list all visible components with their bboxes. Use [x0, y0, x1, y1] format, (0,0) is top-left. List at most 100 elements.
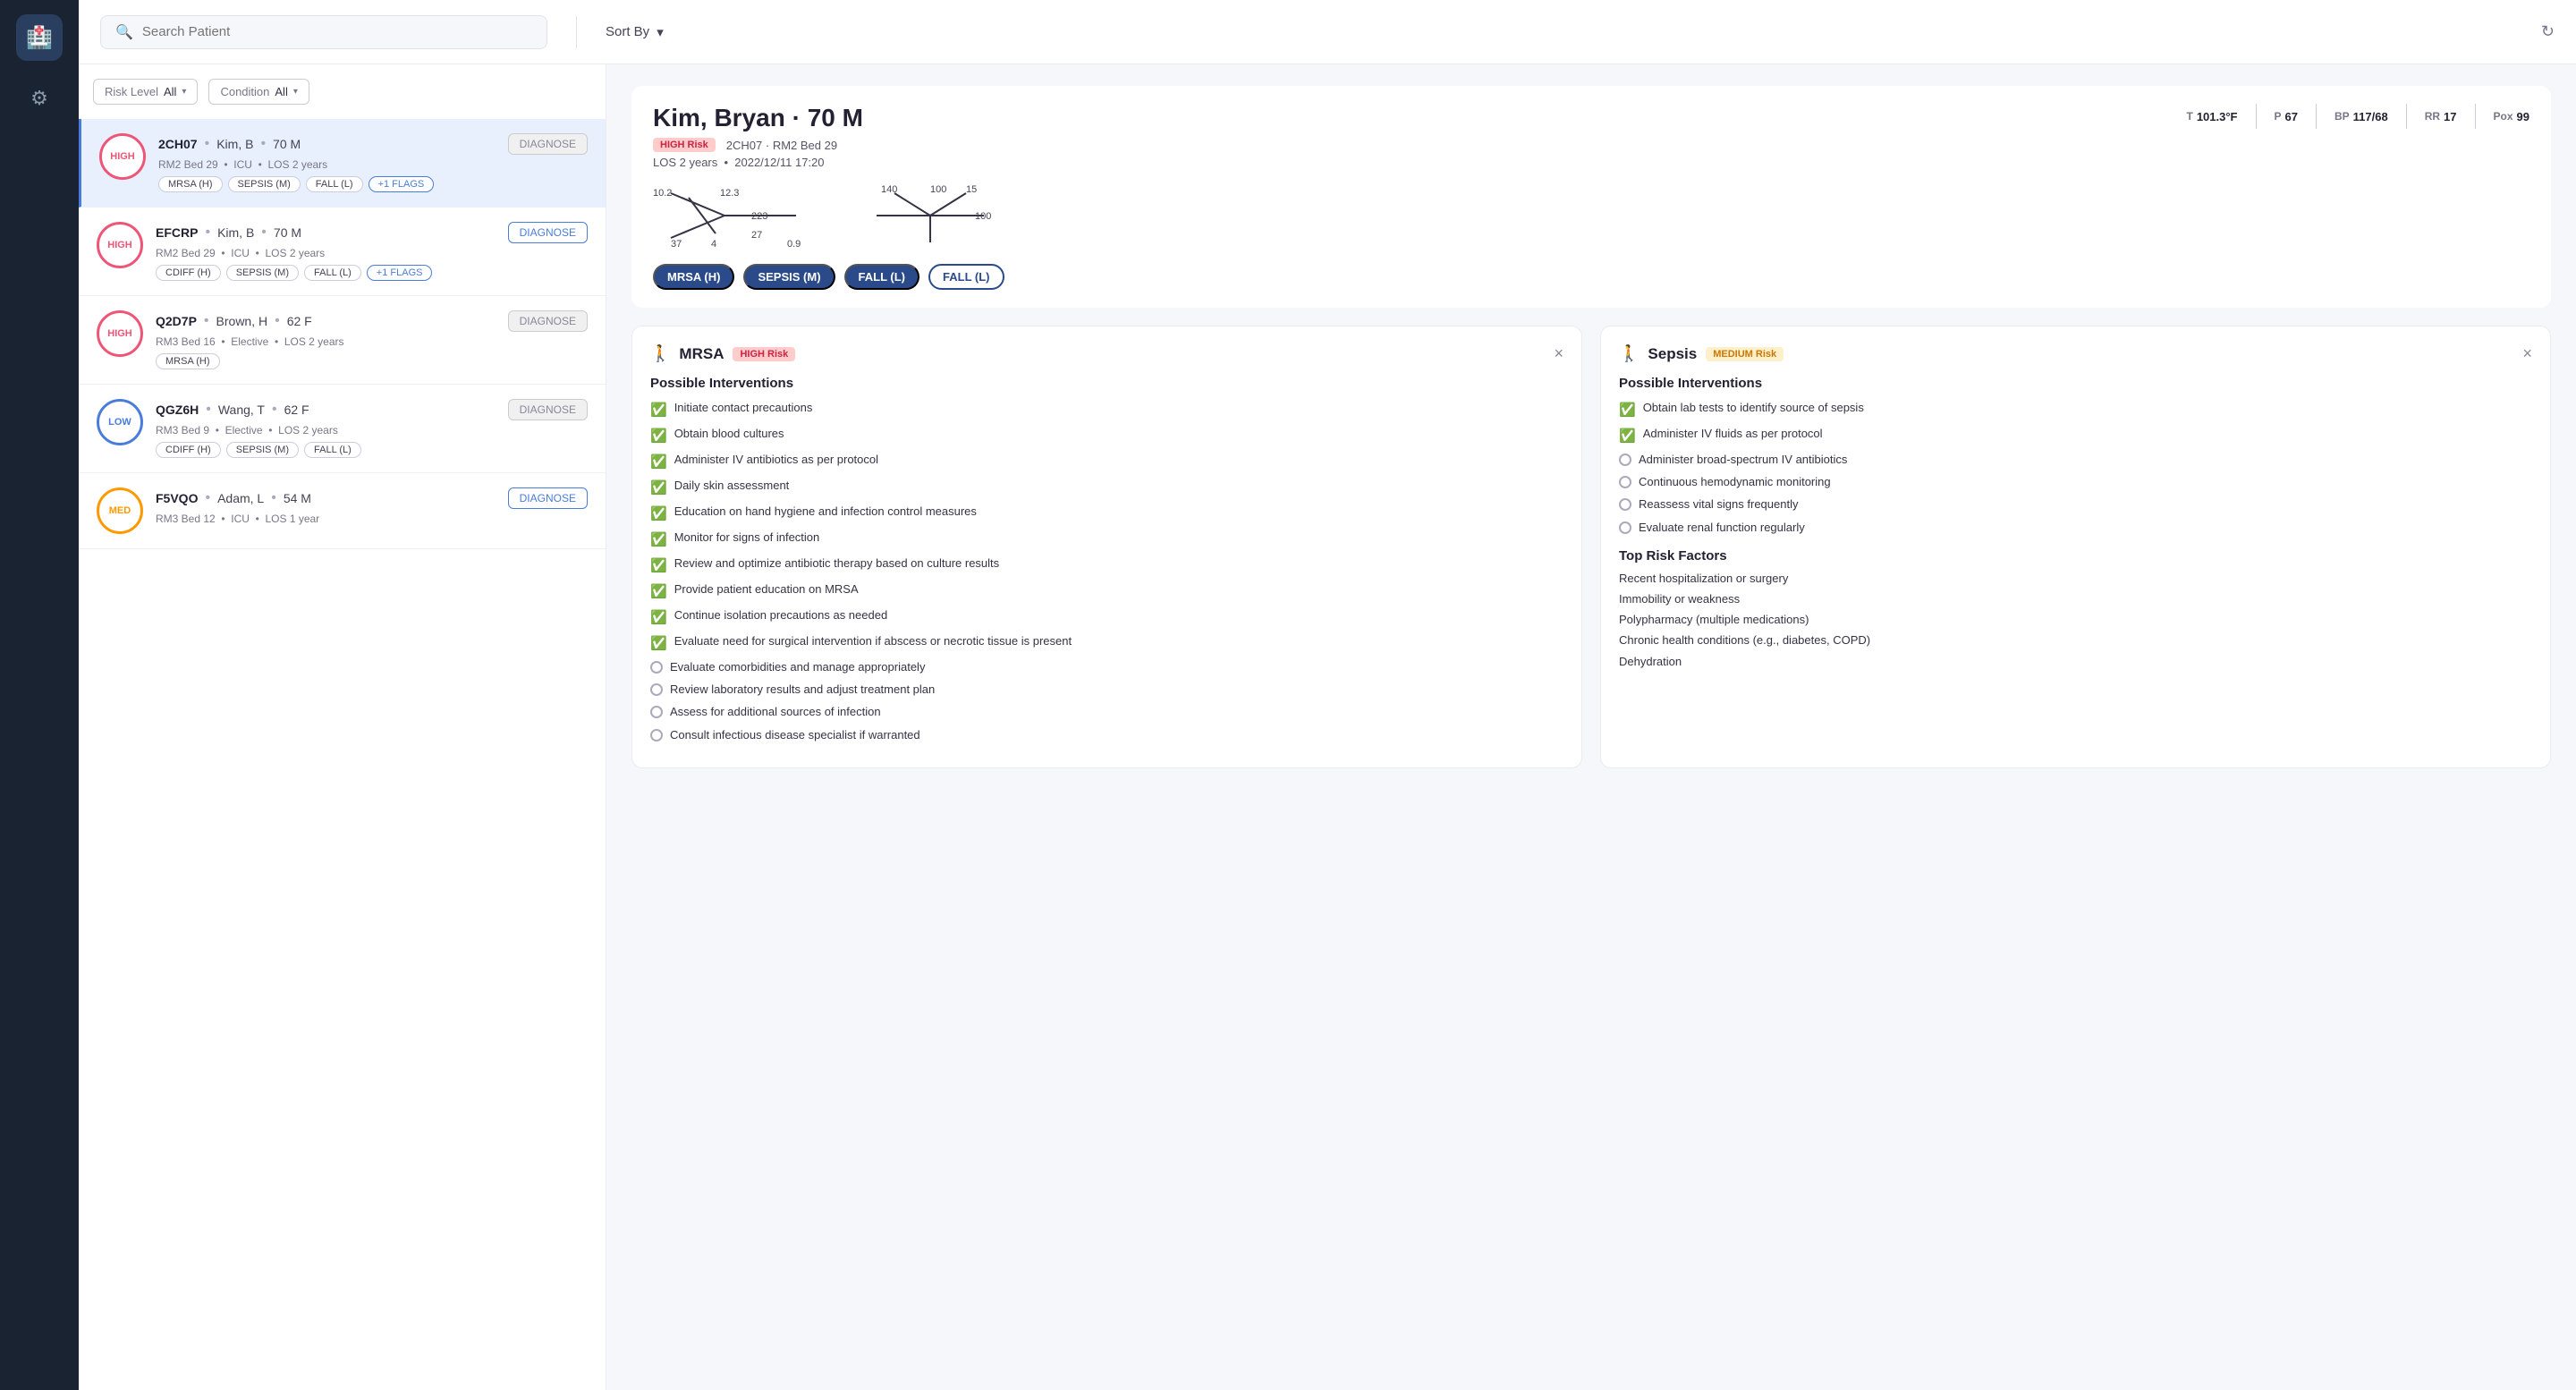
settings-button[interactable]: ⚙ — [23, 82, 55, 114]
detail-los: LOS 2 years • 2022/12/11 17:20 — [653, 156, 863, 169]
circle-icon — [1619, 498, 1631, 511]
circle-icon — [650, 683, 663, 696]
patient-list: Risk Level All ▾ Condition All ▾ HIGH 2C… — [79, 64, 606, 1390]
star-charts: 10.2 12.3 223 37 4 27 0.9 — [653, 180, 2529, 251]
svg-text:27: 27 — [751, 230, 762, 241]
mrsa-item-3: ✅ Education on hand hygiene and infectio… — [650, 504, 1563, 523]
diagnose-button-3[interactable]: DIAGNOSE — [508, 399, 588, 420]
patient-info-0: 2CH07 • Kim, B • 70 M DIAGNOSE RM2 Bed 2… — [158, 133, 588, 192]
chevron-down-icon: ▾ — [657, 24, 664, 40]
patient-tags-1: CDIFF (H) SEPSIS (M) FALL (L) +1 FLAGS — [156, 265, 588, 281]
risk-badge-0: HIGH — [99, 133, 146, 180]
star-chart-1: 10.2 12.3 223 37 4 27 0.9 — [653, 180, 814, 251]
patient-card-2[interactable]: HIGH Q2D7P • Brown, H • 62 F DIAGNOSE RM… — [79, 296, 606, 385]
sort-by-button[interactable]: Sort By ▾ — [606, 24, 664, 40]
high-risk-badge: HIGH Risk — [653, 138, 716, 152]
check-icon: ✅ — [650, 401, 667, 420]
tag-cdiff: CDIFF (H) — [156, 265, 221, 281]
tag-mrsa-2: MRSA (H) — [156, 353, 220, 369]
search-input[interactable] — [142, 24, 532, 39]
patient-header-4: F5VQO • Adam, L • 54 M DIAGNOSE — [156, 487, 588, 509]
sepsis-item-4: Reassess vital signs frequently — [1619, 496, 2532, 513]
svg-text:100: 100 — [930, 184, 946, 195]
sepsis-close-button[interactable]: × — [2522, 344, 2532, 363]
cond-fall-outline-button[interactable]: FALL (L) — [928, 264, 1004, 290]
sepsis-item-1: ✅ Administer IV fluids as per protocol — [1619, 426, 2532, 445]
patient-sub-0: RM2 Bed 29 • ICU • LOS 2 years — [158, 158, 588, 171]
refresh-icon: ↻ — [2541, 22, 2555, 40]
tag-mrsa: MRSA (H) — [158, 176, 223, 192]
diagnose-button-0[interactable]: DIAGNOSE — [508, 133, 588, 155]
topbar: 🔍 Sort By ▾ ↻ — [79, 0, 2576, 64]
circle-icon — [650, 661, 663, 674]
cond-mrsa-button[interactable]: MRSA (H) — [653, 264, 734, 290]
cond-sepsis-button[interactable]: SEPSIS (M) — [743, 264, 835, 290]
svg-text:100: 100 — [975, 211, 991, 222]
cond-fall-blue-button[interactable]: FALL (L) — [844, 264, 919, 290]
mrsa-item-11: Assess for additional sources of infecti… — [650, 704, 1563, 720]
patient-sub-3: RM3 Bed 9 • Elective • LOS 2 years — [156, 424, 588, 436]
sepsis-item-5: Evaluate renal function regularly — [1619, 520, 2532, 536]
detail-top: Kim, Bryan · 70 M HIGH Risk 2CH07 · RM2 … — [653, 104, 2529, 169]
search-container[interactable]: 🔍 — [100, 15, 547, 49]
risk-factor-0: Recent hospitalization or surgery — [1619, 571, 2532, 587]
risk-factor-3: Chronic health conditions (e.g., diabete… — [1619, 632, 2532, 648]
cards-row: 🚶 MRSA HIGH Risk × Possible Intervention… — [631, 326, 2551, 768]
gear-icon: ⚙ — [30, 87, 48, 110]
svg-text:0.9: 0.9 — [787, 239, 801, 250]
sepsis-card: 🚶 Sepsis MEDIUM Risk × Possible Interven… — [1600, 326, 2551, 768]
mrsa-item-1: ✅ Administer IV antibiotics as per proto… — [650, 452, 1563, 471]
diagnose-button-1[interactable]: DIAGNOSE — [508, 222, 588, 243]
patient-sub-2: RM3 Bed 16 • Elective • LOS 2 years — [156, 335, 588, 348]
patient-card-1[interactable]: HIGH EFCRP • Kim, B • 70 M DIAGNOSE RM2 … — [79, 208, 606, 296]
svg-text:12.3: 12.3 — [720, 188, 739, 199]
patient-card-4[interactable]: MED F5VQO • Adam, L • 54 M DIAGNOSE RM3 … — [79, 473, 606, 549]
patient-card-0[interactable]: HIGH 2CH07 • Kim, B • 70 M DIAGNOSE RM2 … — [79, 119, 606, 208]
tag-sepsis-3: SEPSIS (M) — [226, 442, 299, 458]
risk-badge-3: LOW — [97, 399, 143, 445]
check-icon: ✅ — [650, 453, 667, 471]
search-icon: 🔍 — [115, 23, 133, 41]
check-icon: ✅ — [1619, 427, 1636, 445]
vital-pox: Pox 99 — [2494, 110, 2529, 123]
sepsis-item-2: Administer broad-spectrum IV antibiotics — [1619, 452, 2532, 468]
tag-more-1: +1 FLAGS — [367, 265, 433, 281]
mrsa-card: 🚶 MRSA HIGH Risk × Possible Intervention… — [631, 326, 1582, 768]
tag-sepsis: SEPSIS (M) — [226, 265, 299, 281]
sidebar: 🏥 ⚙ — [0, 0, 79, 1390]
sepsis-person-icon: 🚶 — [1619, 344, 1639, 363]
circle-icon — [1619, 521, 1631, 534]
condition-flags: MRSA (H) SEPSIS (M) FALL (L) FALL (L) — [653, 264, 2529, 290]
condition-filter-button[interactable]: Condition All ▾ — [208, 79, 309, 105]
mrsa-person-icon: 🚶 — [650, 344, 670, 363]
tag-sepsis: SEPSIS (M) — [228, 176, 301, 192]
mrsa-item-10: Review laboratory results and adjust tre… — [650, 682, 1563, 698]
risk-badge-4: MED — [97, 487, 143, 534]
vital-bp: BP 117/68 — [2334, 110, 2388, 123]
patient-header-2: Q2D7P • Brown, H • 62 F DIAGNOSE — [156, 310, 588, 332]
sepsis-item-3: Continuous hemodynamic monitoring — [1619, 474, 2532, 490]
risk-filter-button[interactable]: Risk Level All ▾ — [93, 79, 198, 105]
check-icon: ✅ — [650, 504, 667, 523]
filter-row: Risk Level All ▾ Condition All ▾ — [79, 79, 606, 119]
patient-info-1: EFCRP • Kim, B • 70 M DIAGNOSE RM2 Bed 2… — [156, 222, 588, 281]
svg-text:4: 4 — [711, 239, 716, 250]
diagnose-button-2[interactable]: DIAGNOSE — [508, 310, 588, 332]
patient-header-1: EFCRP • Kim, B • 70 M DIAGNOSE — [156, 222, 588, 243]
vital-pulse: P 67 — [2275, 110, 2298, 123]
mrsa-item-0b: ✅ Obtain blood cultures — [650, 426, 1563, 445]
mrsa-item-6: ✅ Provide patient education on MRSA — [650, 581, 1563, 601]
tag-cdiff-3: CDIFF (H) — [156, 442, 221, 458]
mrsa-card-header: 🚶 MRSA HIGH Risk × — [650, 344, 1563, 363]
logo-icon: 🏥 — [26, 25, 53, 51]
star-chart-2: 140 100 15 100 — [850, 180, 1011, 251]
patient-detail-info: Kim, Bryan · 70 M HIGH Risk 2CH07 · RM2 … — [653, 104, 863, 169]
refresh-button[interactable]: ↻ — [2541, 22, 2555, 41]
mrsa-close-button[interactable]: × — [1554, 344, 1563, 363]
patient-card-3[interactable]: LOW QGZ6H • Wang, T • 62 F DIAGNOSE RM3 … — [79, 385, 606, 473]
mrsa-item-4: ✅ Monitor for signs of infection — [650, 530, 1563, 549]
detail-meta: HIGH Risk 2CH07 · RM2 Bed 29 — [653, 138, 863, 152]
mrsa-item-5: ✅ Review and optimize antibiotic therapy… — [650, 555, 1563, 575]
mrsa-item-9: Evaluate comorbidities and manage approp… — [650, 659, 1563, 675]
diagnose-button-4[interactable]: DIAGNOSE — [508, 487, 588, 509]
